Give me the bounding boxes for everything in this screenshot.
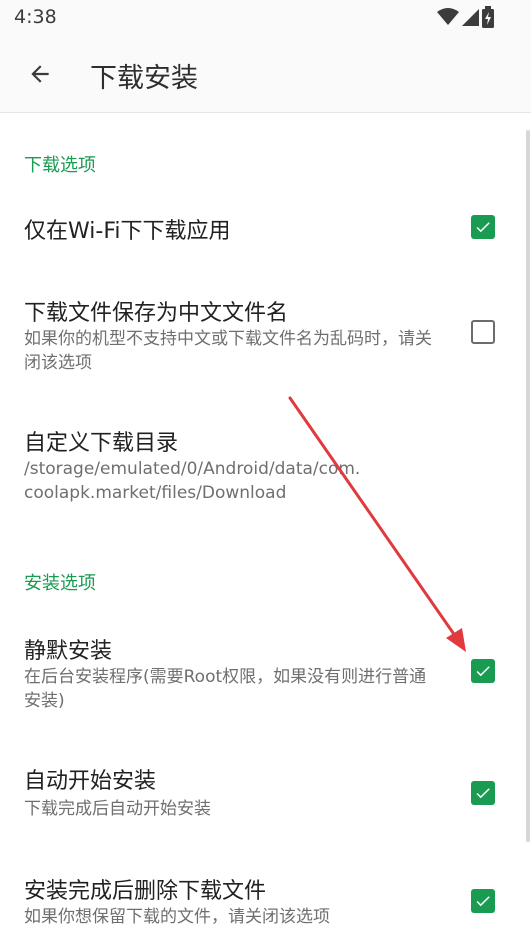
annotation-arrow (288, 396, 466, 652)
